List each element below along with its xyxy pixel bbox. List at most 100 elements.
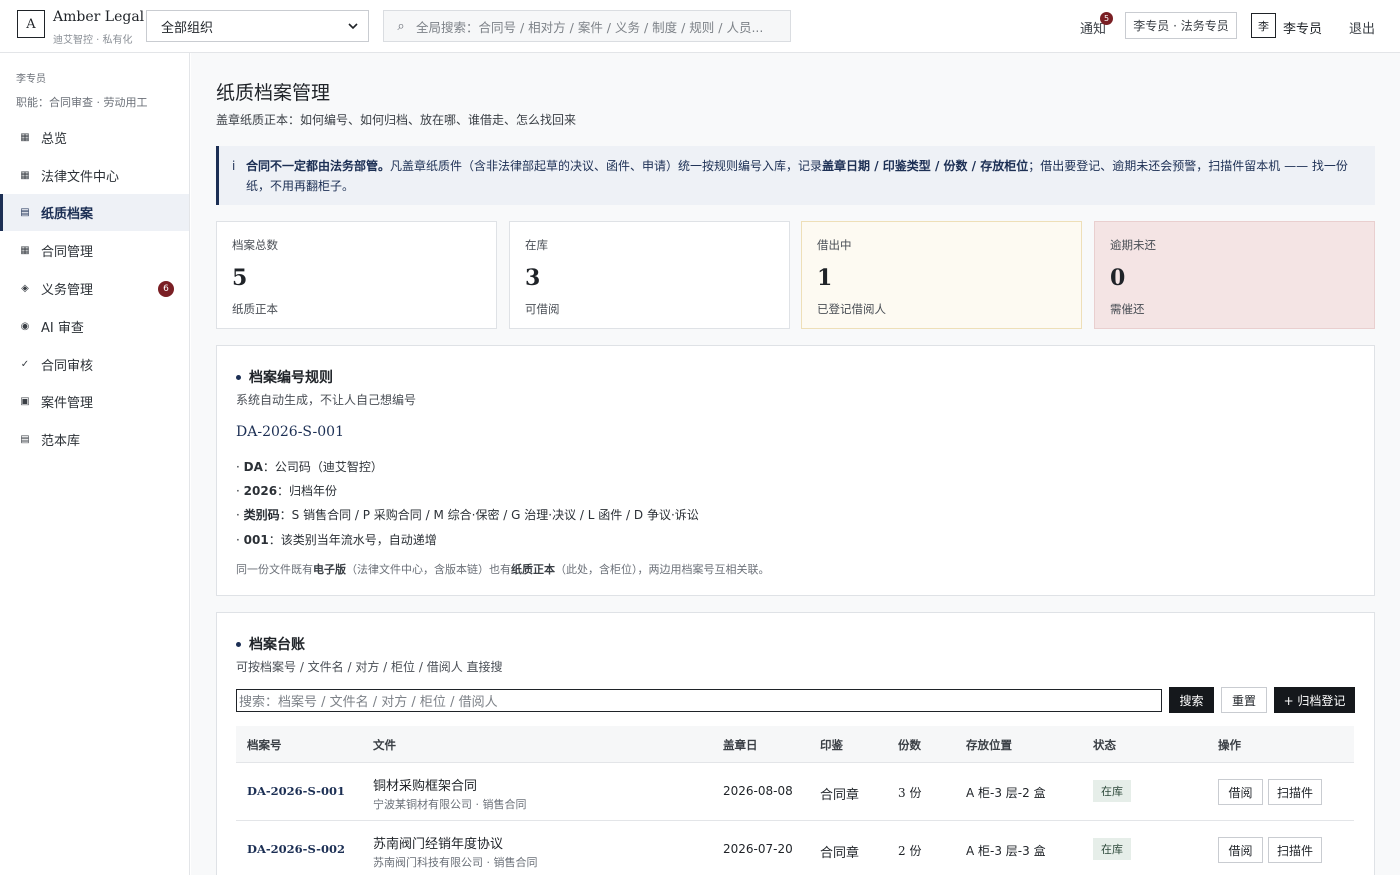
brand-name: Amber Legal	[53, 9, 145, 25]
sidebar-item-label: 法律文件中心	[41, 170, 120, 185]
user-name[interactable]: 李专员	[1283, 18, 1322, 37]
archive-code-link[interactable]: DA-2026-S-001	[247, 784, 345, 798]
footnote-part: （此处，含柜位），两边用档案号互相关联。	[555, 563, 770, 576]
rule-line: · 2026：归档年份	[236, 484, 338, 498]
storage-location: A 柜-3 层-2 盒	[966, 786, 1046, 800]
global-search-input[interactable]: ⌕ 全局搜索：合同号 / 相对方 / 案件 / 义务 / 制度 / 规则 / 人…	[383, 10, 791, 42]
notice-bold-fields: 盖章日期 / 印鉴类型 / 份数 / 存放柜位	[822, 159, 1029, 173]
list-icon: ▤	[20, 434, 30, 445]
column-header: 印鉴	[820, 738, 843, 752]
stat-sub: 纸质正本	[232, 302, 278, 316]
sidebar-item-legal-docs[interactable]: ▦ 法律文件中心	[0, 157, 189, 194]
copies: 2 份	[898, 844, 922, 858]
page-title: 纸质档案管理	[216, 82, 331, 104]
storage-location: A 柜-3 层-3 盒	[966, 844, 1046, 858]
sidebar-item-label: 纸质档案	[41, 207, 94, 222]
stat-label: 借出中	[817, 238, 852, 252]
sidebar-item-contract-approval[interactable]: ✓ 合同审核	[0, 346, 189, 383]
sidebar-item-overview[interactable]: ▦ 总览	[0, 119, 189, 156]
sidebar-item-paper-archive[interactable]: ▤ 纸质档案	[0, 194, 189, 231]
stat-label: 在库	[525, 238, 548, 252]
borrow-button[interactable]: 借阅	[1218, 779, 1263, 805]
card-title-text: 档案台账	[249, 637, 305, 653]
column-header: 盖章日	[723, 738, 758, 752]
scan-button[interactable]: 扫描件	[1268, 837, 1322, 863]
page-subtitle: 盖章纸质正本：如何编号、如何归档、放在哪、谁借走、怎么找回来	[216, 113, 577, 127]
brand-subtitle: 迪艾智控 · 私有化	[53, 35, 133, 46]
scan-button[interactable]: 扫描件	[1268, 779, 1322, 805]
table-header: 档案号 文件 盖章日 印鉴 份数 存放位置 状态 操作	[236, 726, 1354, 763]
add-archive-button[interactable]: + 归档登记	[1274, 687, 1355, 713]
main-content: 纸质档案管理 盖章纸质正本：如何编号、如何归档、放在哪、谁借走、怎么找回来 i …	[191, 53, 1400, 875]
column-header: 状态	[1093, 738, 1116, 752]
rule-line: · 类别码：S 销售合同 / P 采购合同 / M 综合·保密 / G 治理·决…	[236, 508, 699, 522]
sidebar-user: 李专员	[16, 74, 46, 85]
status-badge: 在库	[1093, 780, 1131, 802]
card-subtitle: 可按档案号 / 文件名 / 对方 / 柜位 / 借阅人 直接搜	[236, 660, 503, 674]
file-name: 苏南阀门经销年度协议	[373, 837, 504, 852]
list-icon: ▤	[20, 207, 30, 218]
ledger-search-placeholder: 搜索：档案号 / 文件名 / 对方 / 柜位 / 借阅人	[239, 695, 498, 710]
stat-card-total[interactable]: 档案总数 5 纸质正本	[216, 221, 497, 329]
brand-logo[interactable]: A	[17, 10, 45, 38]
borrow-button[interactable]: 借阅	[1218, 837, 1263, 863]
rule-desc: ：S 销售合同 / P 采购合同 / M 综合·保密 / G 治理·决议 / L…	[279, 508, 699, 522]
ledger-search-input[interactable]: 搜索：档案号 / 文件名 / 对方 / 柜位 / 借阅人	[236, 689, 1162, 712]
seal-type: 合同章	[820, 788, 860, 803]
archive-code-link[interactable]: DA-2026-S-002	[247, 842, 345, 856]
stat-value: 1	[817, 265, 833, 291]
table-row[interactable]: DA-2026-S-001 铜材采购框架合同 宁波某铜材有限公司 · 销售合同 …	[236, 763, 1354, 821]
search-button[interactable]: 搜索	[1169, 687, 1214, 713]
check-icon: ✓	[20, 359, 30, 370]
avatar[interactable]: 李	[1251, 13, 1276, 38]
info-icon: i	[232, 159, 236, 173]
archive-code-sample: DA-2026-S-001	[236, 424, 344, 440]
bullet-dot-icon	[236, 374, 241, 380]
org-select-value: 全部组织	[161, 20, 214, 36]
column-header: 档案号	[247, 738, 282, 752]
file-meta: 宁波某铜材有限公司 · 销售合同	[373, 798, 527, 811]
card-title-text: 档案编号规则	[249, 370, 333, 386]
grid-icon: ▦	[20, 245, 30, 256]
target-icon: ◉	[20, 321, 30, 332]
stat-value: 0	[1110, 265, 1126, 291]
sidebar-item-ai-review[interactable]: ◉ AI 审查	[0, 308, 189, 345]
file-name: 铜材采购框架合同	[373, 779, 478, 794]
role-switch-button[interactable]: 李专员 · 法务专员	[1125, 12, 1237, 39]
sidebar-item-contracts[interactable]: ▦ 合同管理	[0, 232, 189, 269]
numbering-rules-card: 档案编号规则 系统自动生成，不让人自己想编号 DA-2026-S-001 · D…	[216, 345, 1375, 596]
sidebar-item-cases[interactable]: ▣ 案件管理	[0, 383, 189, 420]
sidebar-item-label: 合同管理	[41, 245, 94, 260]
table-row[interactable]: DA-2026-S-002 苏南阀门经销年度协议 苏南阀门科技有限公司 · 销售…	[236, 821, 1354, 875]
global-search-placeholder: 全局搜索：合同号 / 相对方 / 案件 / 义务 / 制度 / 规则 / 人员.…	[416, 19, 764, 35]
seal-date: 2026-08-08	[723, 784, 793, 798]
sidebar-item-obligations[interactable]: ◈ 义务管理 6	[0, 270, 189, 307]
status-badge: 在库	[1093, 838, 1131, 860]
footnote-part: （法律文件中心，含版本链）也有	[346, 563, 511, 576]
rule-key: 001	[243, 533, 269, 547]
stat-card-lent-out[interactable]: 借出中 1 已登记借阅人	[801, 221, 1082, 329]
box-icon: ▣	[20, 396, 30, 407]
rule-key: 类别码	[243, 508, 280, 522]
sidebar-item-templates[interactable]: ▤ 范本库	[0, 421, 189, 458]
stat-sub: 可借阅	[525, 302, 560, 316]
seal-date: 2026-07-20	[723, 842, 793, 856]
sidebar-item-label: 案件管理	[41, 396, 94, 411]
column-header: 文件	[373, 738, 396, 752]
card-title: 档案台账	[236, 634, 305, 654]
rules-footnote: 同一份文件既有电子版（法律文件中心，含版本链）也有纸质正本（此处，含柜位），两边…	[236, 561, 770, 577]
org-select[interactable]: 全部组织	[146, 10, 369, 42]
stat-card-overdue[interactable]: 逾期未还 0 需催还	[1094, 221, 1375, 329]
grid-icon: ▦	[20, 132, 30, 143]
notice-text-1: 凡盖章纸质件（含非法律部起草的决议、函件、申请）统一按规则编号入库，记录	[390, 159, 823, 173]
obligations-count-badge: 6	[158, 281, 174, 297]
chevron-down-icon	[348, 23, 358, 30]
diamond-icon: ◈	[21, 283, 29, 294]
column-header: 操作	[1218, 738, 1241, 752]
footnote-bold-paper: 纸质正本	[511, 563, 555, 576]
rule-desc: ：该类别当年流水号，自动递增	[268, 533, 437, 547]
reset-button[interactable]: 重置	[1221, 687, 1267, 713]
stat-card-in-stock[interactable]: 在库 3 可借阅	[509, 221, 790, 329]
copies: 3 份	[898, 786, 922, 800]
logout-button[interactable]: 退出	[1349, 18, 1375, 37]
